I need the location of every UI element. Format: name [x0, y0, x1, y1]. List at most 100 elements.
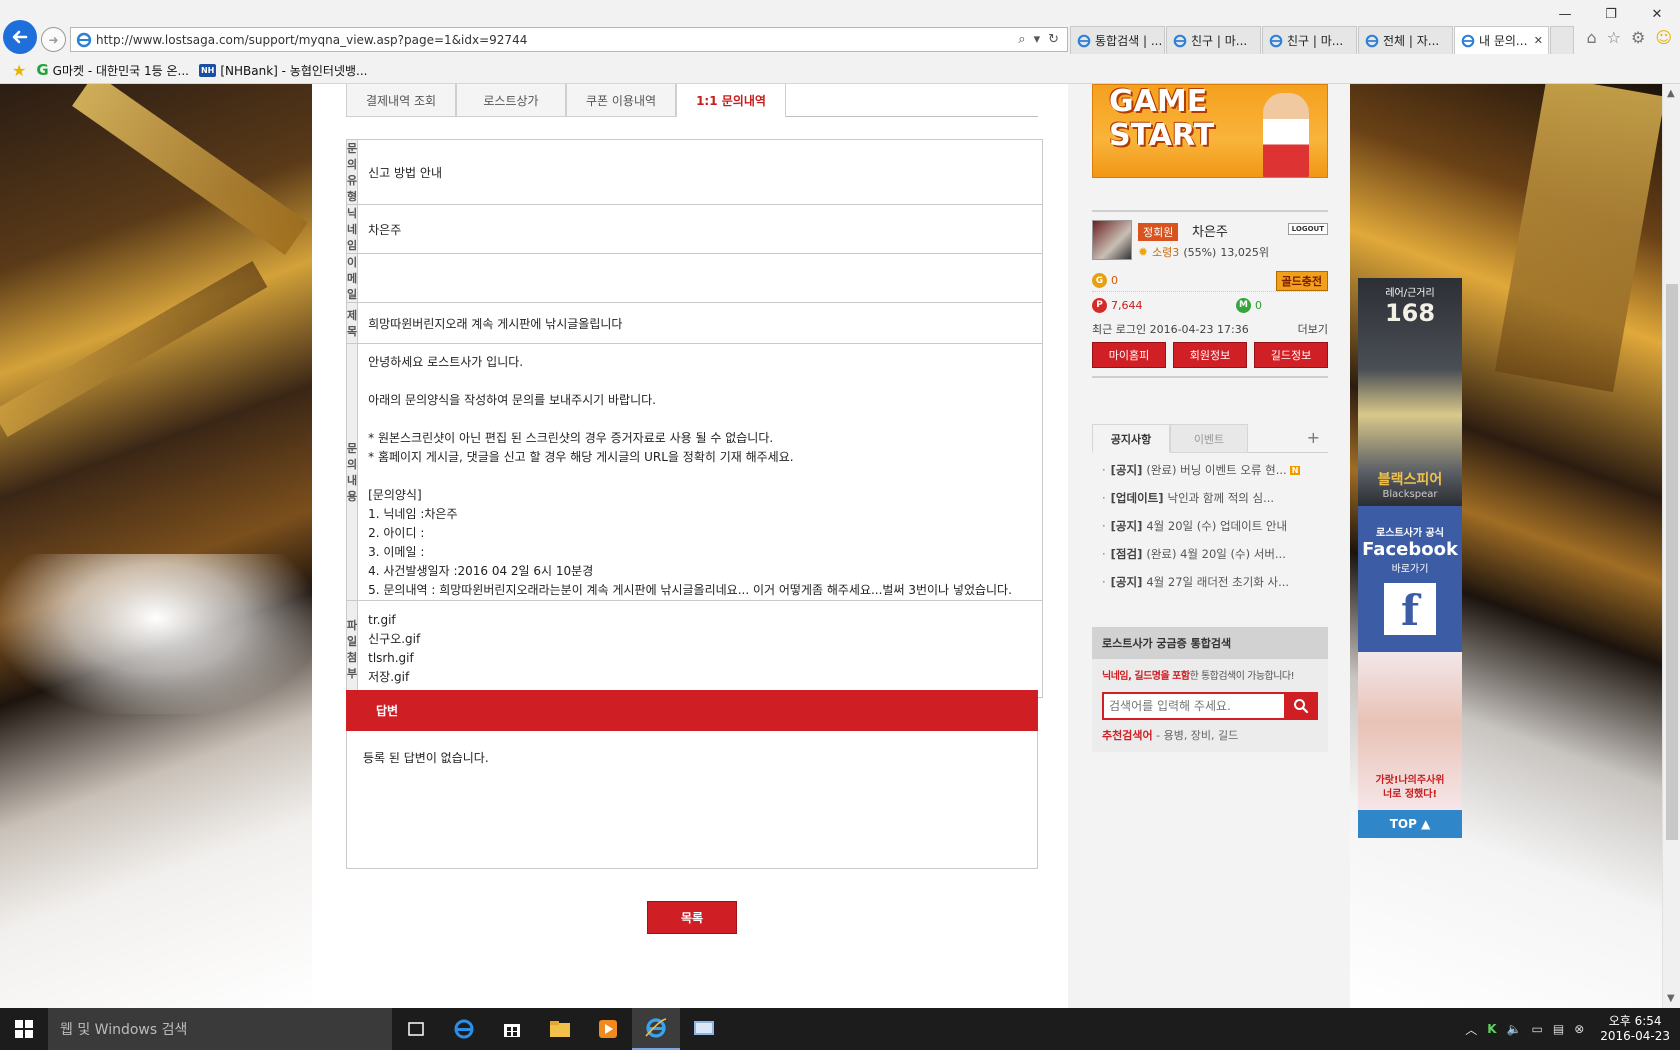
content-line: 2. 아이디 :: [368, 526, 425, 540]
content-line: 아래의 문의양식을 작성하여 문의를 보내주시기 바랍니다.: [368, 393, 656, 407]
browser-tab[interactable]: 친구 | 마...: [1166, 26, 1261, 54]
tab-close-icon[interactable]: ✕: [1534, 34, 1543, 47]
search-button[interactable]: [1284, 692, 1318, 720]
list-item[interactable]: · [점검] (완료) 4월 20일 (수) 서버...: [1092, 540, 1328, 568]
scroll-down-icon[interactable]: ▼: [1667, 993, 1675, 1004]
refresh-icon[interactable]: ↻: [1048, 32, 1059, 47]
peso-coin-icon: P: [1092, 297, 1107, 313]
avatar[interactable]: [1092, 220, 1132, 260]
favorite-link-nhbank[interactable]: NH [NHBank] - 농협인터넷뱅...: [198, 62, 368, 79]
gold-charge-button[interactable]: 골드충전: [1275, 270, 1328, 291]
banner-blackspear[interactable]: 레어/근거리 168 블랙스피어 Blackspear: [1358, 278, 1462, 506]
gear-icon[interactable]: ⚙: [1631, 28, 1645, 47]
close-circle-icon[interactable]: ⊗: [1574, 1022, 1584, 1036]
page-scrollbar[interactable]: ▲ ▼: [1662, 84, 1680, 1008]
favorites-bar: ★ G G마켓 - 대한민국 1등 온... NH [NHBank] - 농협인…: [0, 56, 1680, 84]
support-tabs: 결제내역 조회 로스트상가 쿠폰 이용내역 1:1 문의내역: [346, 84, 1038, 118]
favorite-link-gmarket[interactable]: G G마켓 - 대한민국 1등 온...: [36, 61, 189, 79]
url-text[interactable]: http://www.lostsaga.com/support/myqna_vi…: [96, 33, 1018, 47]
windows-logo-icon: [15, 1020, 33, 1038]
search-icon[interactable]: ⌕: [1018, 32, 1025, 47]
kakao-icon[interactable]: K: [1487, 1022, 1496, 1036]
minimize-icon[interactable]: —: [1542, 0, 1588, 28]
file-link[interactable]: tr.gif: [368, 611, 1032, 630]
taskbar-search[interactable]: 웹 및 Windows 검색: [48, 1008, 392, 1050]
tab-lost-shop[interactable]: 로스트상가: [456, 84, 566, 117]
profile-nickname: 차은주: [1192, 225, 1228, 240]
window-controls: — ❐ ✕: [1542, 0, 1680, 28]
game-start-label: GAME START: [1109, 84, 1215, 153]
tab-payment-history[interactable]: 결제내역 조회: [346, 84, 456, 117]
tab-notice[interactable]: 공지사항: [1092, 424, 1170, 453]
back-button[interactable]: [3, 20, 37, 54]
new-tab-button[interactable]: [1550, 26, 1574, 54]
browser-tab[interactable]: 전체 | 자...: [1358, 26, 1453, 54]
scroll-thumb[interactable]: [1666, 284, 1678, 840]
background-art-left: [0, 84, 312, 1008]
answer-header: 답변: [346, 690, 1038, 731]
file-link[interactable]: 신구오.gif: [368, 630, 1032, 649]
page-viewport: 결제내역 조회 로스트상가 쿠폰 이용내역 1:1 문의내역 문의유형 신고 방…: [0, 84, 1662, 1008]
close-icon[interactable]: ✕: [1634, 0, 1680, 28]
home-icon[interactable]: ⌂: [1586, 28, 1596, 47]
media-player-icon[interactable]: [584, 1008, 632, 1050]
content-line: [문의양식]: [368, 488, 422, 502]
add-favorite-icon[interactable]: ★: [12, 61, 26, 80]
more-link[interactable]: 더보기: [1298, 321, 1328, 337]
volume-icon[interactable]: 🔈: [1507, 1022, 1522, 1036]
browser-tab[interactable]: 친구 | 마...: [1262, 26, 1357, 54]
rec-label: 추천검색어: [1102, 729, 1153, 742]
control-panel-icon[interactable]: [680, 1008, 728, 1050]
file-link[interactable]: 저장.gif: [368, 668, 1032, 687]
tab-coupon-history[interactable]: 쿠폰 이용내역: [566, 84, 676, 117]
list-item[interactable]: · [업데이트] 낙인과 함께 적의 심...: [1092, 484, 1328, 512]
game-start-button[interactable]: GAME START: [1092, 84, 1328, 178]
notice-text: 4월 27일 래더전 초기화 사...: [1146, 575, 1290, 589]
internet-explorer-icon[interactable]: [632, 1008, 680, 1050]
store-icon[interactable]: [488, 1008, 536, 1050]
task-view-icon[interactable]: [392, 1008, 440, 1050]
search-icon: [1294, 699, 1309, 714]
scroll-up-icon[interactable]: ▲: [1667, 88, 1675, 99]
list-button[interactable]: 목록: [647, 901, 737, 934]
notice-tag: [공지]: [1110, 519, 1143, 533]
banner-dice-event[interactable]: 가랏!나의주사위 너로 정했다!: [1358, 652, 1462, 810]
address-bar[interactable]: http://www.lostsaga.com/support/myqna_vi…: [70, 27, 1068, 52]
search-note: 닉네임, 길드명을 포함한 통합검색이 가능합니다!: [1092, 659, 1328, 682]
start-button[interactable]: [0, 1008, 48, 1050]
search-input[interactable]: [1102, 692, 1284, 720]
logout-button[interactable]: LOGOUT: [1287, 223, 1328, 235]
forward-button[interactable]: ➜: [41, 27, 66, 52]
list-item[interactable]: · [공지] 4월 27일 래더전 초기화 사...: [1092, 568, 1328, 596]
maximize-icon[interactable]: ❐: [1588, 0, 1634, 28]
table-row: 제목 희망따윈버린지오래 계속 게시판에 낚시글올립니다: [345, 302, 1044, 344]
file-link[interactable]: tlsrh.gif: [368, 649, 1032, 668]
file-explorer-icon[interactable]: [536, 1008, 584, 1050]
list-item[interactable]: · [공지] 4월 20일 (수) 업데이트 안내: [1092, 512, 1328, 540]
smiley-icon[interactable]: ☺: [1655, 28, 1672, 47]
browser-tab[interactable]: 통합검색 | ...: [1070, 26, 1165, 54]
answer-body: 등록 된 답변이 없습니다.: [346, 731, 1038, 869]
list-item[interactable]: · [공지] (완료) 버닝 이벤트 오류 현... N: [1092, 456, 1328, 484]
banner-title: 가랏!나의주사위 너로 정했다!: [1376, 774, 1445, 802]
tab-event[interactable]: 이벤트: [1170, 424, 1248, 453]
rec-terms[interactable]: - 용병, 장비, 길드: [1156, 729, 1238, 742]
notification-icon[interactable]: ▤: [1553, 1022, 1564, 1036]
browser-tab-active[interactable]: 내 문의... ✕: [1454, 26, 1549, 54]
dropdown-icon[interactable]: ▾: [1034, 32, 1041, 47]
chevron-up-icon[interactable]: ︿: [1465, 1021, 1477, 1038]
plus-icon[interactable]: +: [1307, 428, 1320, 447]
my-homepage-button[interactable]: 마이홈피: [1092, 342, 1166, 368]
member-info-button[interactable]: 회원정보: [1173, 342, 1247, 368]
banner-facebook[interactable]: 로스트사가 공식 Facebook 바로가기 f: [1358, 506, 1462, 652]
tab-inquiry-history[interactable]: 1:1 문의내역: [676, 84, 786, 118]
edge-icon[interactable]: [440, 1008, 488, 1050]
network-icon[interactable]: ▭: [1532, 1022, 1543, 1036]
favorites-star-icon[interactable]: ☆: [1607, 28, 1621, 47]
nickname-value: 차은주: [357, 204, 1044, 254]
point-row: P 7,644 M 0: [1092, 294, 1328, 316]
clock[interactable]: 오후 6:54 2016-04-23: [1600, 1014, 1670, 1044]
top-button[interactable]: TOP ▲: [1358, 810, 1462, 838]
guild-info-button[interactable]: 길드정보: [1254, 342, 1328, 368]
last-login: 최근 로그인 2016-04-23 17:36: [1092, 323, 1249, 336]
